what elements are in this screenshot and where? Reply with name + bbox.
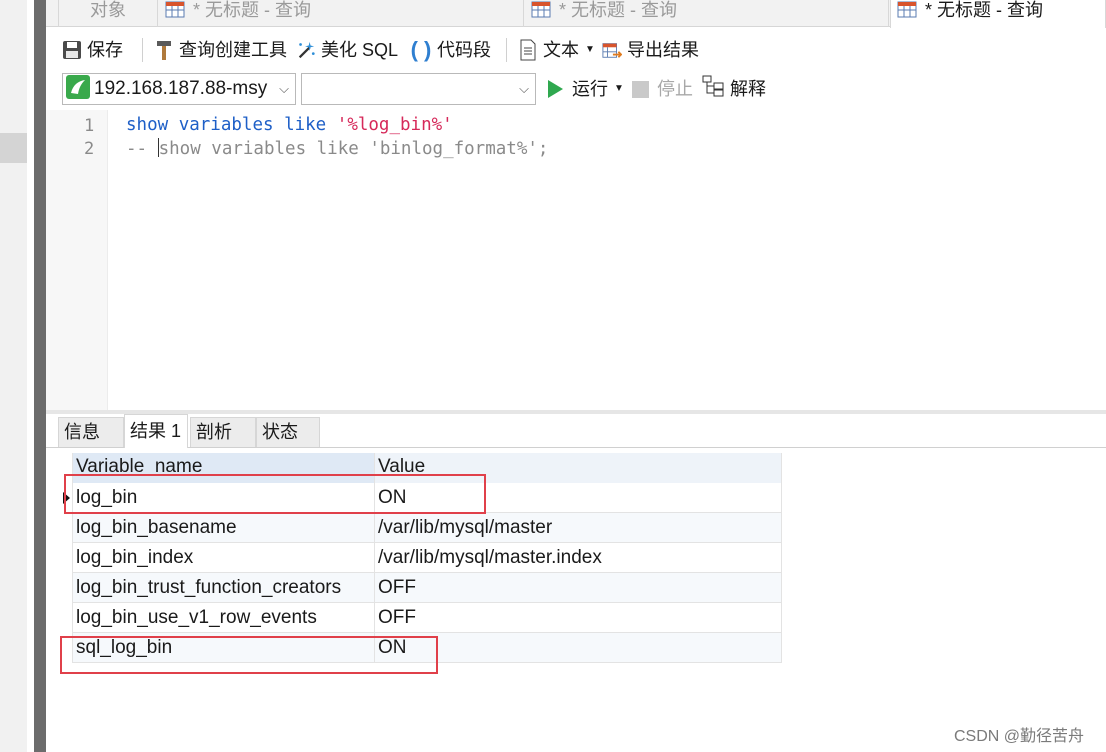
stop-label: 停止 xyxy=(657,79,693,99)
document-icon xyxy=(518,39,538,61)
toolbar-divider xyxy=(142,38,143,62)
hammer-icon xyxy=(154,39,174,61)
table-cell[interactable]: log_bin_basename xyxy=(73,513,375,543)
table-cell[interactable]: log_bin_trust_function_creators xyxy=(73,573,375,603)
table-cell[interactable]: OFF xyxy=(375,603,782,633)
line-number: 1 xyxy=(84,116,95,136)
sql-comment: show variables like 'binlog_format%'; xyxy=(158,139,549,159)
table-icon xyxy=(897,0,919,18)
table-cell[interactable]: OFF xyxy=(375,573,782,603)
snippet-button[interactable]: ( ) 代码段 xyxy=(410,37,491,63)
connection-value: 192.168.187.88-msy xyxy=(94,78,268,99)
tab-label: 对象 xyxy=(90,0,126,20)
tab-objects[interactable]: 对象 xyxy=(58,0,158,27)
table-cell[interactable]: log_bin_use_v1_row_events xyxy=(73,603,375,633)
tab-query-active[interactable]: * 无标题 - 查询 xyxy=(890,0,1106,28)
beautify-sql-button[interactable]: 美化 SQL xyxy=(296,37,398,63)
code-line-1: show variables like '%log_bin%' xyxy=(126,115,453,135)
panel-splitter[interactable] xyxy=(34,0,46,752)
toolbar-divider xyxy=(506,38,507,62)
table-row[interactable]: log_bin_use_v1_row_events OFF xyxy=(73,603,782,633)
tab-result-1[interactable]: 结果 1 xyxy=(124,414,188,448)
save-icon xyxy=(62,39,82,61)
play-icon xyxy=(548,80,563,98)
sql-comment-prefix: -- xyxy=(126,139,158,159)
table-cell[interactable]: /var/lib/mysql/master xyxy=(375,513,782,543)
table-cell[interactable]: /var/lib/mysql/master.index xyxy=(375,543,782,573)
text-button[interactable]: 文本 ▼ xyxy=(518,37,595,63)
highlight-box-sql-log-bin xyxy=(60,636,438,674)
explain-label: 解释 xyxy=(730,79,766,99)
sql-keyword: like xyxy=(284,115,327,135)
dropdown-caret-icon: ▼ xyxy=(614,83,624,94)
tab-label: 状态 xyxy=(262,422,298,442)
table-row[interactable]: log_bin_index /var/lib/mysql/master.inde… xyxy=(73,543,782,573)
watermark: CSDN @勤径苦舟 xyxy=(954,728,1085,745)
tab-label: 结果 1 xyxy=(130,421,182,441)
tab-label: * 无标题 - 查询 xyxy=(193,0,312,20)
export-results-label: 导出结果 xyxy=(627,40,699,60)
parentheses-icon: ( ) xyxy=(410,37,432,62)
table-icon xyxy=(165,0,187,18)
query-builder-label: 查询创建工具 xyxy=(179,40,287,60)
highlight-box-log-bin xyxy=(64,474,486,514)
stop-button[interactable]: 停止 xyxy=(632,76,693,102)
dropdown-caret-icon: ▼ xyxy=(585,44,595,55)
sql-keyword: variables xyxy=(178,115,274,135)
tab-label: * 无标题 - 查询 xyxy=(925,0,1044,20)
sql-editor[interactable]: 1 2 show variables like '%log_bin%' -- s… xyxy=(46,110,1106,410)
run-button[interactable]: 运行 ▼ xyxy=(548,76,624,102)
sql-keyword: show xyxy=(126,115,169,135)
text-label: 文本 xyxy=(543,40,579,60)
export-results-button[interactable]: 导出结果 xyxy=(602,37,699,63)
save-label: 保存 xyxy=(87,40,123,60)
stop-icon xyxy=(632,80,649,98)
left-panel-selection xyxy=(0,133,27,163)
export-icon xyxy=(602,39,622,61)
tab-query-2[interactable]: * 无标题 - 查询 xyxy=(525,0,889,27)
database-select[interactable]: ⌵ xyxy=(301,73,536,105)
run-label: 运行 xyxy=(572,79,608,99)
tab-query-1[interactable]: * 无标题 - 查询 xyxy=(159,0,524,27)
explain-icon xyxy=(702,75,726,104)
line-number-gutter xyxy=(46,110,108,410)
left-panel-strip xyxy=(0,0,27,752)
magic-wand-icon xyxy=(296,39,316,61)
tab-profile[interactable]: 剖析 xyxy=(190,417,256,447)
tab-label: 剖析 xyxy=(196,422,232,442)
chevron-down-icon: ⌵ xyxy=(519,81,529,96)
explain-button[interactable]: 解释 xyxy=(702,75,766,104)
snippet-label: 代码段 xyxy=(437,40,491,60)
sql-string: '%log_bin%' xyxy=(336,115,453,135)
toolbar: 保存 查询创建工具 美化 SQL ( ) 代码段 文本 ▼ 导出结果 xyxy=(46,28,1106,70)
tab-info[interactable]: 信息 xyxy=(58,417,124,447)
table-row[interactable]: log_bin_trust_function_creators OFF xyxy=(73,573,782,603)
tab-label: 信息 xyxy=(64,422,100,442)
table-row[interactable]: log_bin_basename /var/lib/mysql/master xyxy=(73,513,782,543)
tab-status[interactable]: 状态 xyxy=(256,417,320,447)
table-cell[interactable]: log_bin_index xyxy=(73,543,375,573)
query-builder-button[interactable]: 查询创建工具 xyxy=(154,37,287,63)
mysql-connection-icon xyxy=(66,75,90,99)
code-line-2: -- show variables like 'binlog_format%'; xyxy=(126,138,548,159)
connection-bar: 192.168.187.88-msy ⌵ ⌵ 运行 ▼ 停止 解释 xyxy=(46,70,1106,108)
chevron-down-icon: ⌵ xyxy=(279,81,289,96)
line-number: 2 xyxy=(84,139,95,159)
tab-bar: 对象 * 无标题 - 查询 * 无标题 - 查询 * 无标题 - 查询 xyxy=(46,0,1106,28)
save-button[interactable]: 保存 xyxy=(62,37,123,63)
beautify-sql-label: 美化 SQL xyxy=(321,40,399,60)
connection-select[interactable]: 192.168.187.88-msy ⌵ xyxy=(62,73,296,105)
tab-label: * 无标题 - 查询 xyxy=(559,0,678,20)
result-tabs: 信息 结果 1 剖析 状态 xyxy=(46,414,1106,448)
table-icon xyxy=(531,0,553,18)
